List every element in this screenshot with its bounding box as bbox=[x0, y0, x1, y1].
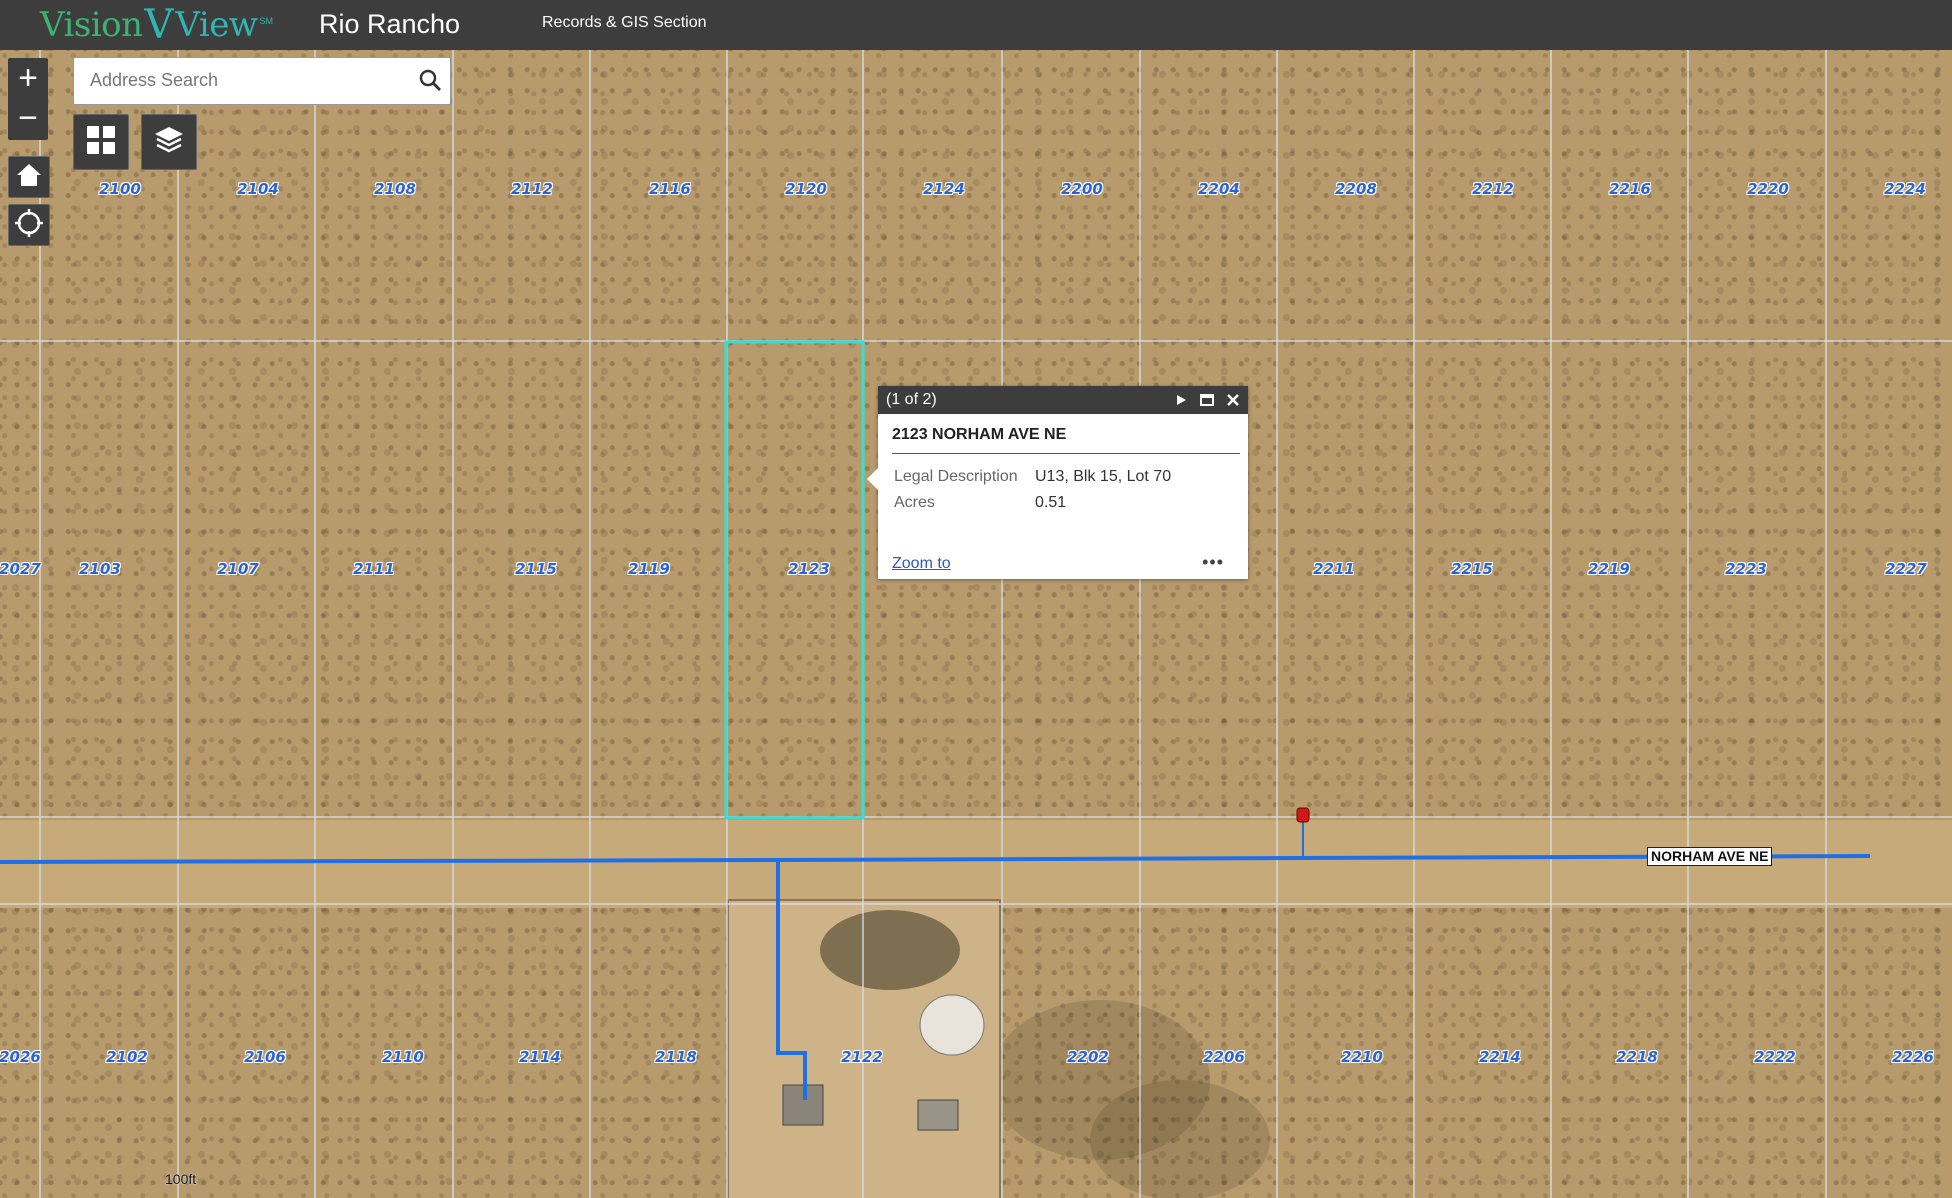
popup-header: (1 of 2) bbox=[878, 386, 1248, 414]
zoom-control: + − bbox=[8, 58, 48, 140]
logo-sm-mark: SM bbox=[259, 16, 273, 26]
logo-v-mark: V bbox=[144, 2, 174, 48]
more-actions-button[interactable]: ••• bbox=[1202, 552, 1224, 573]
parcel-popup: (1 of 2) 2123 NORHAM AVE NE Legal Descri… bbox=[867, 386, 1248, 579]
building-small bbox=[917, 1099, 959, 1131]
lot-number-label: 2123 bbox=[788, 560, 830, 578]
lot-number-label: 2219 bbox=[1588, 560, 1630, 578]
lot-number-label: 2107 bbox=[217, 560, 259, 578]
lot-number-label: 2124 bbox=[923, 180, 965, 198]
lot-number-label: 2216 bbox=[1609, 180, 1651, 198]
lot-number-label: 2116 bbox=[649, 180, 691, 198]
top-bar: Vision V View SM Rio Rancho Records & GI… bbox=[0, 0, 1952, 50]
lot-number-label: 2208 bbox=[1335, 180, 1377, 198]
basemap-gallery-button[interactable] bbox=[73, 114, 129, 170]
popup-title: 2123 NORHAM AVE NE bbox=[892, 426, 1240, 454]
lot-number-label: 2227 bbox=[1885, 560, 1927, 578]
layers-button[interactable] bbox=[141, 114, 197, 170]
lot-number-label: 2120 bbox=[785, 180, 827, 198]
selected-parcel[interactable] bbox=[724, 340, 865, 820]
locate-icon bbox=[14, 208, 44, 243]
attribute-value: 0.51 bbox=[1035, 494, 1067, 511]
popup-pointer bbox=[867, 468, 878, 490]
lot-number-label: 2211 bbox=[1313, 560, 1355, 578]
lot-number-label: 2202 bbox=[1067, 1048, 1109, 1066]
lot-number-label: 2212 bbox=[1472, 180, 1514, 198]
map-view[interactable]: 2100 2104 2108 2112 2116 2120 2124 2200 2204 2208… bbox=[0, 50, 1952, 1198]
lot-number-label: 2100 bbox=[99, 180, 141, 198]
lot-number-label: 2119 bbox=[628, 560, 670, 578]
zoom-to-link[interactable]: Zoom to bbox=[892, 555, 951, 573]
lot-number-label: 2111 bbox=[353, 560, 395, 578]
road-label: NORHAM AVE NE bbox=[1647, 847, 1773, 866]
next-feature-button[interactable] bbox=[1168, 394, 1194, 406]
lot-number-label: 2214 bbox=[1479, 1048, 1521, 1066]
lot-number-label: 2114 bbox=[519, 1048, 561, 1066]
lot-number-label: 2106 bbox=[244, 1048, 286, 1066]
lot-number-label: 2206 bbox=[1203, 1048, 1245, 1066]
water-tank bbox=[919, 994, 985, 1056]
popup-attributes: Legal Description U13, Blk 15, Lot 70 Ac… bbox=[890, 464, 1175, 516]
attribute-row: Legal Description U13, Blk 15, Lot 70 bbox=[890, 464, 1175, 490]
lot-number-label: 2108 bbox=[374, 180, 416, 198]
lot-number-label: 2215 bbox=[1451, 560, 1493, 578]
lot-number-label: 2102 bbox=[106, 1048, 148, 1066]
lot-number-label: 2104 bbox=[237, 180, 279, 198]
basemap-gallery-icon bbox=[86, 125, 116, 160]
lot-number-label: 2027 bbox=[0, 560, 41, 578]
zoom-out-button[interactable]: − bbox=[8, 98, 48, 138]
hydrant-icon[interactable] bbox=[1296, 807, 1310, 823]
lot-number-label: 2103 bbox=[79, 560, 121, 578]
facility-vegetation bbox=[820, 910, 960, 990]
address-search-input[interactable] bbox=[88, 69, 392, 92]
visionview-logo: Vision V View SM bbox=[40, 2, 273, 48]
lot-number-label: 2204 bbox=[1198, 180, 1240, 198]
attribute-key: Legal Description bbox=[894, 468, 1018, 485]
logo-view-text: View bbox=[175, 5, 258, 45]
attribute-key: Acres bbox=[894, 494, 935, 511]
lot-number-label: 2224 bbox=[1884, 180, 1926, 198]
play-icon bbox=[1177, 395, 1186, 405]
home-button[interactable] bbox=[8, 156, 50, 198]
popup-counter: (1 of 2) bbox=[886, 391, 937, 408]
locate-button[interactable] bbox=[8, 204, 50, 246]
search-icon[interactable] bbox=[418, 68, 442, 97]
address-search bbox=[73, 57, 451, 105]
home-icon bbox=[15, 161, 43, 194]
lot-number-label: 2220 bbox=[1747, 180, 1789, 198]
lot-number-label: 2222 bbox=[1754, 1048, 1796, 1066]
attribute-value: U13, Blk 15, Lot 70 bbox=[1035, 468, 1172, 485]
lot-number-label: 2218 bbox=[1616, 1048, 1658, 1066]
maximize-button[interactable] bbox=[1194, 394, 1220, 406]
logo-vision-text: Vision bbox=[40, 5, 143, 45]
attribute-row: Acres 0.51 bbox=[890, 490, 1175, 516]
lot-number-label: 2122 bbox=[841, 1048, 883, 1066]
lot-number-label: 2026 bbox=[0, 1048, 41, 1066]
close-button[interactable] bbox=[1220, 393, 1246, 407]
lot-number-label: 2118 bbox=[655, 1048, 697, 1066]
lot-number-label: 2200 bbox=[1061, 180, 1103, 198]
zoom-in-button[interactable]: + bbox=[8, 58, 48, 98]
city-title: Rio Rancho bbox=[319, 9, 461, 39]
lot-number-label: 2115 bbox=[515, 560, 557, 578]
close-icon bbox=[1227, 394, 1239, 406]
layers-icon bbox=[153, 124, 185, 161]
scale-label: 100ft bbox=[165, 1171, 197, 1187]
lot-number-label: 2210 bbox=[1341, 1048, 1383, 1066]
lot-number-label: 2110 bbox=[382, 1048, 424, 1066]
maximize-icon bbox=[1200, 394, 1214, 406]
lot-number-label: 2112 bbox=[511, 180, 553, 198]
lot-number-label: 2226 bbox=[1892, 1048, 1934, 1066]
parcel-lines bbox=[0, 50, 1952, 1198]
section-title: Records & GIS Section bbox=[542, 14, 707, 31]
lot-number-label: 2223 bbox=[1725, 560, 1767, 578]
